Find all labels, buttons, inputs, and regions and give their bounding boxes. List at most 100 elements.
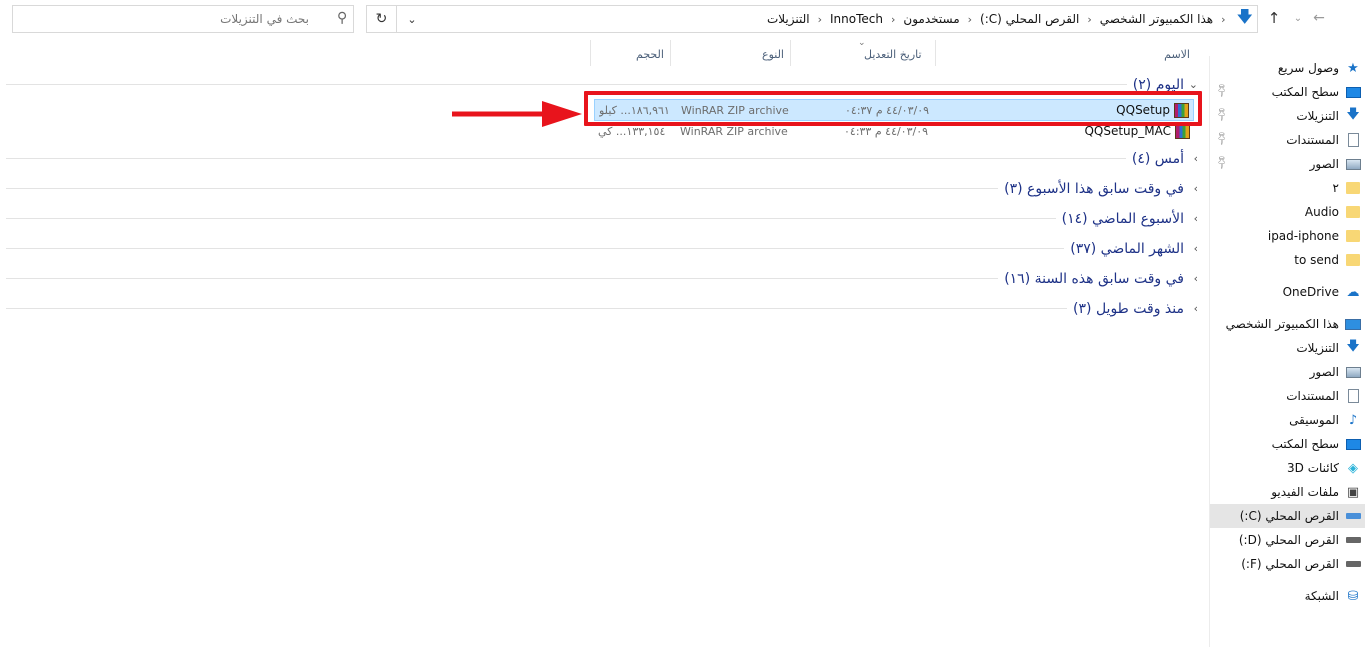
group-label: في وقت سابق هذا الأسبوع (٣) bbox=[998, 174, 1184, 204]
pin-icon[interactable]: 📌︎ bbox=[1214, 82, 1231, 99]
sidebar-item-ipad-iphone[interactable]: ipad-iphone bbox=[1210, 224, 1365, 248]
group-yesterday[interactable]: أمس (٤) ‹ bbox=[6, 144, 1200, 174]
sidebar-item-pc-3d-objects[interactable]: ◈ كائنات 3D bbox=[1210, 456, 1365, 480]
sidebar-item-pc-music[interactable]: ♪ الموسيقى bbox=[1210, 408, 1365, 432]
column-divider[interactable] bbox=[935, 40, 936, 66]
chevron-left-icon[interactable]: ‹ bbox=[963, 13, 977, 26]
pin-icon[interactable]: 📌︎ bbox=[1214, 154, 1231, 171]
sidebar-item-label: هذا الكمبيوتر الشخصي bbox=[1225, 317, 1339, 331]
sidebar-item-this-pc[interactable]: هذا الكمبيوتر الشخصي bbox=[1210, 312, 1365, 336]
recent-locations-button[interactable]: ⌄ bbox=[1289, 9, 1307, 27]
sidebar-item-documents[interactable]: المستندات 📌︎ bbox=[1210, 128, 1365, 152]
group-label: في وقت سابق هذه السنة (١٦) bbox=[998, 264, 1184, 294]
cloud-icon: ☁ bbox=[1346, 284, 1360, 300]
sidebar-item-to-send[interactable]: to send bbox=[1210, 248, 1365, 272]
sidebar-item-pc-pictures[interactable]: الصور bbox=[1210, 360, 1365, 384]
group-label: منذ وقت طويل (٣) bbox=[1067, 294, 1184, 324]
folder-icon bbox=[1344, 254, 1362, 266]
desktop-icon bbox=[1344, 438, 1362, 450]
sidebar-item-audio[interactable]: Audio bbox=[1210, 200, 1365, 224]
pictures-icon bbox=[1344, 158, 1362, 170]
refresh-icon: ↻ bbox=[375, 11, 388, 27]
desktop-icon bbox=[1344, 86, 1362, 98]
chevron-left-icon[interactable]: ‹ bbox=[1194, 302, 1198, 315]
sidebar-item-drive-d[interactable]: القرص المحلي (D:) bbox=[1210, 528, 1365, 552]
path-box[interactable]: ↻ ⌄ 🡇 ‹ هذا الكمبيوتر الشخصي ‹ القرص الم… bbox=[366, 5, 1258, 33]
column-header-type[interactable]: النوع bbox=[762, 40, 784, 68]
sidebar-item-folder-2[interactable]: ٢ bbox=[1210, 176, 1365, 200]
chevron-left-icon[interactable]: ‹ bbox=[886, 13, 900, 26]
sidebar-item-label: وصول سريع bbox=[1277, 61, 1339, 75]
sort-chevron-icon: ⌄ bbox=[858, 38, 866, 48]
column-header-date[interactable]: تاريخ التعديل bbox=[864, 40, 922, 68]
group-last-month[interactable]: الشهر الماضي (٣٧) ‹ bbox=[6, 234, 1200, 264]
sidebar-item-downloads[interactable]: 🡇 التنزيلات 📌︎ bbox=[1210, 104, 1365, 128]
downloads-icon: 🡇 bbox=[1346, 339, 1360, 354]
path-history-button[interactable]: ⌄ bbox=[397, 6, 427, 32]
chevron-left-icon[interactable]: ‹ bbox=[1194, 272, 1198, 285]
sidebar-item-pc-videos[interactable]: ▣ ملفات الفيديو bbox=[1210, 480, 1365, 504]
cube-icon: ◈ bbox=[1348, 460, 1358, 476]
column-divider[interactable] bbox=[590, 40, 591, 66]
sidebar-item-network[interactable]: ⛁ الشبكة bbox=[1210, 584, 1365, 608]
sidebar-item-drive-c[interactable]: القرص المحلي (C:) bbox=[1210, 504, 1365, 528]
column-headers: الاسم تاريخ التعديل النوع الحجم bbox=[0, 40, 1200, 68]
chevron-left-icon[interactable]: ‹ bbox=[1194, 242, 1198, 255]
chevron-left-icon[interactable]: ‹ bbox=[813, 13, 827, 26]
chevron-left-icon[interactable]: ‹ bbox=[1194, 212, 1198, 225]
column-divider[interactable] bbox=[670, 40, 671, 66]
group-divider bbox=[6, 308, 1180, 309]
group-divider bbox=[6, 84, 1180, 85]
search-input[interactable] bbox=[13, 6, 313, 32]
column-header-name[interactable]: الاسم bbox=[1164, 40, 1190, 68]
column-header-size[interactable]: الحجم bbox=[636, 40, 664, 68]
drive-icon bbox=[1344, 513, 1362, 519]
pin-icon[interactable]: 📌︎ bbox=[1214, 106, 1231, 123]
group-label: الأسبوع الماضي (١٤) bbox=[1055, 204, 1184, 234]
breadcrumb-downloads[interactable]: التنزيلات bbox=[764, 12, 813, 26]
group-last-week[interactable]: الأسبوع الماضي (١٤) ‹ bbox=[6, 204, 1200, 234]
breadcrumb-innotech[interactable]: InnoTech bbox=[827, 12, 886, 26]
up-button[interactable]: ↑ bbox=[1265, 9, 1283, 27]
group-label: الشهر الماضي (٣٧) bbox=[1064, 234, 1184, 264]
sidebar-item-pc-desktop[interactable]: سطح المكتب bbox=[1210, 432, 1365, 456]
chevron-left-icon[interactable]: ‹ bbox=[1194, 182, 1198, 195]
chevron-left-icon[interactable]: ‹ bbox=[1082, 13, 1096, 26]
search-box[interactable]: ⚲ bbox=[12, 5, 354, 33]
sidebar-item-label: المستندات bbox=[1286, 133, 1339, 147]
sidebar-item-onedrive[interactable]: ☁ OneDrive bbox=[1210, 280, 1365, 304]
sidebar-item-pictures[interactable]: الصور 📌︎ bbox=[1210, 152, 1365, 176]
sidebar-item-label: التنزيلات bbox=[1296, 341, 1339, 355]
back-button[interactable]: ← bbox=[1310, 9, 1328, 27]
sidebar-item-label: الموسيقى bbox=[1289, 413, 1339, 427]
chevron-down-icon[interactable]: ⌄ bbox=[1189, 78, 1198, 91]
breadcrumb-this-pc[interactable]: هذا الكمبيوتر الشخصي bbox=[1097, 12, 1216, 26]
sidebar-item-quick-access[interactable]: ★ وصول سريع bbox=[1210, 56, 1365, 80]
back-arrow-icon: ← bbox=[1313, 10, 1325, 26]
address-bar: ← ⌄ ↑ ↻ ⌄ 🡇 ‹ هذا الكمبيوتر الشخصي ‹ الق… bbox=[0, 0, 1365, 38]
chevron-left-icon[interactable]: ‹ bbox=[1194, 152, 1198, 165]
sidebar-item-label: ipad-iphone bbox=[1267, 229, 1339, 243]
group-divider bbox=[6, 248, 1180, 249]
sidebar-item-desktop[interactable]: سطح المكتب 📌︎ bbox=[1210, 80, 1365, 104]
breadcrumb-local-disk-c[interactable]: القرص المحلي (C:) bbox=[977, 12, 1082, 26]
network-icon: ⛁ bbox=[1347, 588, 1359, 604]
downloads-icon: 🡇 bbox=[1346, 107, 1360, 122]
pin-icon[interactable]: 📌︎ bbox=[1214, 130, 1231, 147]
refresh-button[interactable]: ↻ bbox=[367, 6, 397, 32]
group-earlier-this-year[interactable]: في وقت سابق هذه السنة (١٦) ‹ bbox=[6, 264, 1200, 294]
group-earlier-this-week[interactable]: في وقت سابق هذا الأسبوع (٣) ‹ bbox=[6, 174, 1200, 204]
sidebar-item-label: ملفات الفيديو bbox=[1271, 485, 1339, 499]
group-long-ago[interactable]: منذ وقت طويل (٣) ‹ bbox=[6, 294, 1200, 324]
sidebar-item-label: سطح المكتب bbox=[1271, 85, 1339, 99]
chevron-left-icon[interactable]: ‹ bbox=[1216, 13, 1230, 26]
sidebar-item-pc-documents[interactable]: المستندات bbox=[1210, 384, 1365, 408]
sidebar-item-pc-downloads[interactable]: 🡇 التنزيلات bbox=[1210, 336, 1365, 360]
sidebar-item-label: الشبكة bbox=[1304, 589, 1339, 603]
column-divider[interactable] bbox=[790, 40, 791, 66]
star-icon: ★ bbox=[1347, 60, 1359, 76]
folder-icon bbox=[1344, 182, 1362, 194]
sidebar-item-drive-f[interactable]: القرص المحلي (F:) bbox=[1210, 552, 1365, 576]
breadcrumb-users[interactable]: مستخدمون bbox=[900, 12, 962, 26]
sidebar-item-label: to send bbox=[1294, 253, 1339, 267]
